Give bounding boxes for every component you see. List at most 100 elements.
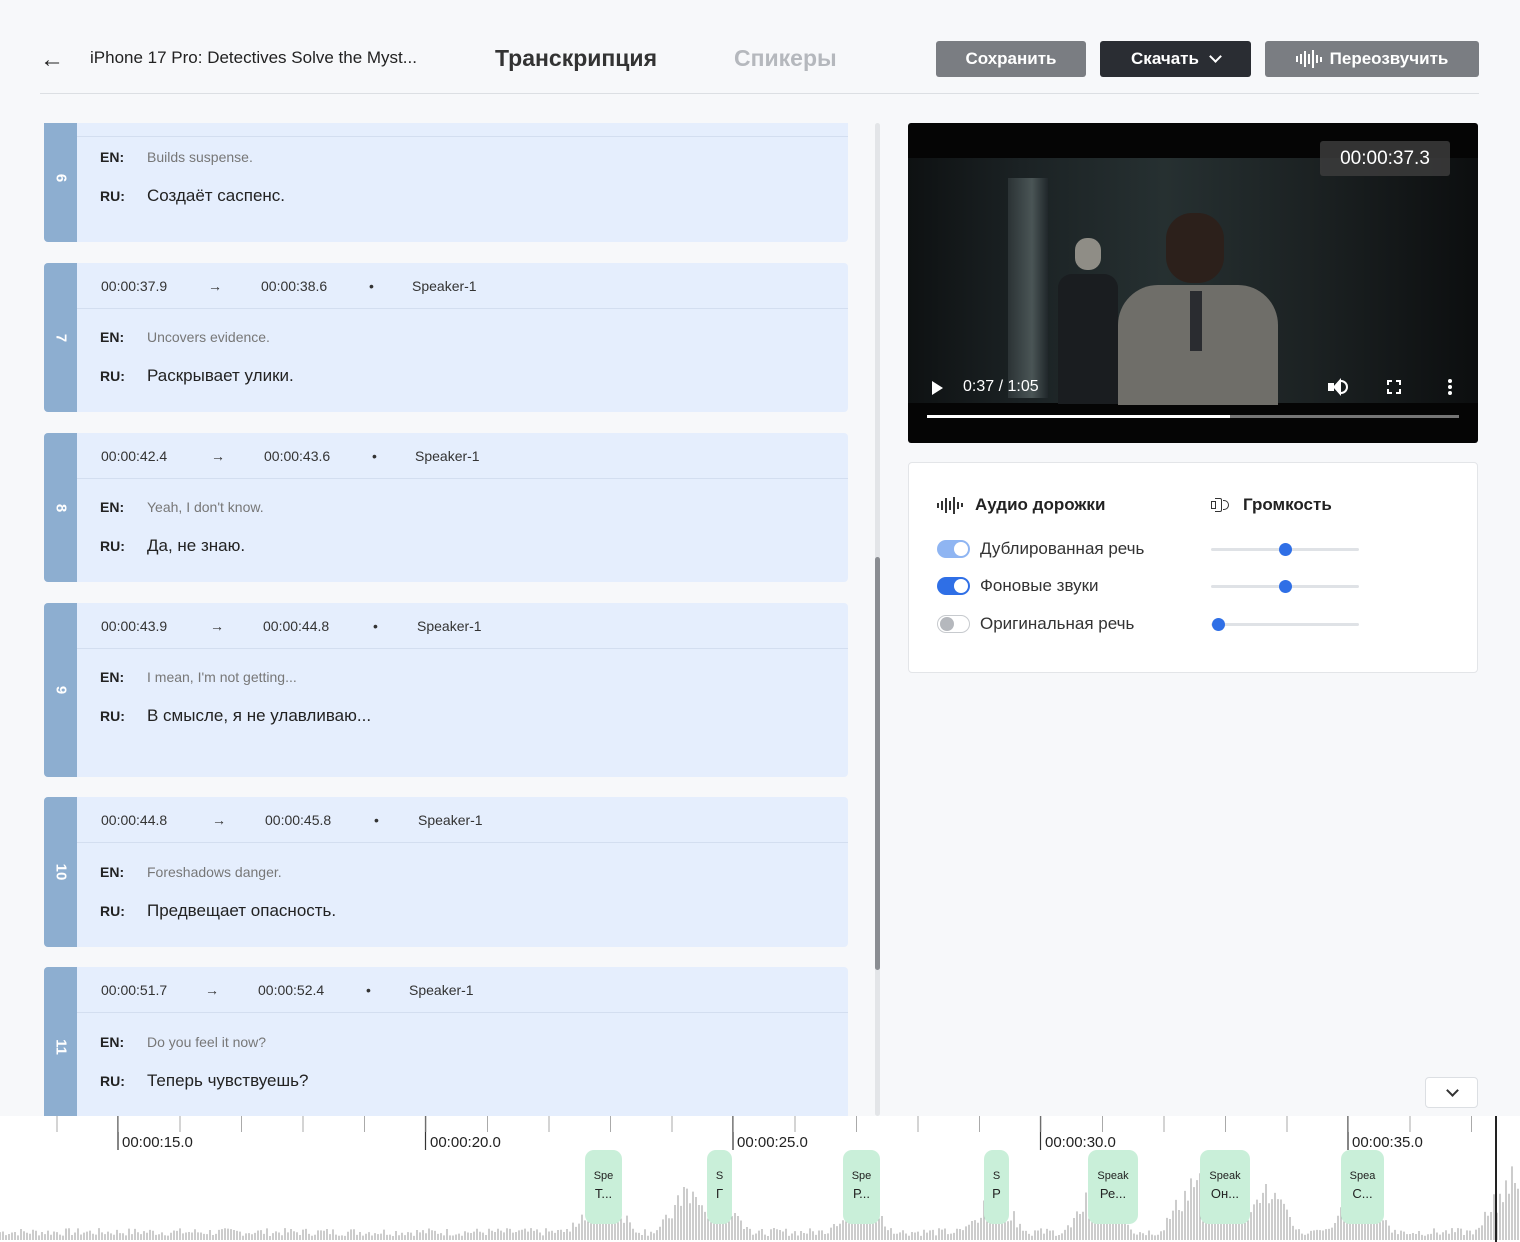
separator-dot: • [373,618,378,634]
timeline-label: 00:00:35.0 [1352,1134,1423,1151]
speaker-name[interactable]: Speaker-1 [409,982,474,998]
playhead[interactable] [1495,1116,1497,1242]
ru-text[interactable]: Предвещает опасность. [147,901,336,921]
tab-transcription[interactable]: Транскрипция [495,45,657,72]
ru-label: RU: [100,903,125,919]
en-label: EN: [100,149,125,165]
ru-text[interactable]: Создаёт саспенс. [147,186,285,206]
segment-meta: 00:00:51.7 → 00:00:52.4 • Speaker-1 [77,967,848,1013]
en-text[interactable]: Uncovers evidence. [147,329,270,345]
start-time[interactable]: 00:00:43.9 [101,618,167,634]
end-time[interactable]: 00:00:38.6 [261,278,327,294]
ru-row: RU: Теперь чувствуешь? [100,1071,308,1091]
arrow-right-icon: → [212,812,226,828]
video-frame [908,158,1478,405]
segment-meta [77,123,848,137]
track-name: Оригинальная речь [980,614,1135,633]
timeline-segment[interactable]: SГ [707,1150,732,1224]
more-vertical-icon[interactable] [1448,379,1452,395]
ru-row: RU: Раскрывает улики. [100,366,294,386]
en-row: EN: Yeah, I don't know. [100,499,264,515]
background-sounds-volume-slider[interactable] [1211,580,1359,593]
timeline-segment[interactable]: Spe Р... [843,1150,880,1224]
save-button[interactable]: Сохранить [936,41,1086,77]
en-text[interactable]: I mean, I'm not getting... [147,669,297,685]
start-time[interactable]: 00:00:42.4 [101,448,167,464]
en-text[interactable]: Yeah, I don't know. [147,499,264,515]
en-text[interactable]: Builds suspense. [147,149,253,165]
segment-card[interactable]: 11 00:00:51.7 → 00:00:52.4 • Speaker-1 E… [44,967,848,1116]
end-time[interactable]: 00:00:44.8 [263,618,329,634]
segment-number: 7 [44,263,77,412]
timeline[interactable]: 00:00:15.0 00:00:20.0 00:00:25.0 00:00:3… [0,1116,1520,1242]
start-time[interactable]: 00:00:37.9 [101,278,167,294]
speaker-name[interactable]: Speaker-1 [412,278,477,294]
start-time[interactable]: 00:00:44.8 [101,812,167,828]
timeline-segment[interactable]: Speak Он... [1200,1150,1250,1224]
ru-text[interactable]: Раскрывает улики. [147,366,294,386]
start-time[interactable]: 00:00:51.7 [101,982,167,998]
arrow-right-icon: → [210,618,224,634]
dubbed-speech-volume-slider[interactable] [1211,543,1359,556]
segment-meta: 00:00:43.9 → 00:00:44.8 • Speaker-1 [77,603,848,649]
timeline-segment[interactable]: SР [984,1150,1009,1224]
speaker-name[interactable]: Speaker-1 [417,618,482,634]
end-time[interactable]: 00:00:45.8 [265,812,331,828]
timeline-segment[interactable]: Spe Т... [585,1150,622,1224]
separator-dot: • [372,448,377,464]
scrollbar-thumb[interactable] [875,557,880,970]
segment-card[interactable]: 6 EN: Builds suspense. RU: Создаёт саспе… [44,123,848,242]
track-name: Фоновые звуки [980,576,1099,595]
play-icon[interactable] [932,381,943,395]
segment-number: 6 [44,123,77,242]
end-time[interactable]: 00:00:43.6 [264,448,330,464]
ru-row: RU: Да, не знаю. [100,536,245,556]
original-speech-volume-slider[interactable] [1211,618,1359,631]
chevron-down-icon [1209,50,1222,63]
ru-text[interactable]: Теперь чувствуешь? [147,1071,308,1091]
volume-icon[interactable] [1328,377,1350,397]
segment-card[interactable]: 9 00:00:43.9 → 00:00:44.8 • Speaker-1 EN… [44,603,848,777]
segment-card[interactable]: 8 00:00:42.4 → 00:00:43.6 • Speaker-1 EN… [44,433,848,582]
segment-meta: 00:00:37.9 → 00:00:38.6 • Speaker-1 [77,263,848,309]
background-sounds-toggle[interactable] [937,577,970,595]
en-text[interactable]: Foreshadows danger. [147,864,282,880]
end-time[interactable]: 00:00:52.4 [258,982,324,998]
segment-meta: 00:00:44.8 → 00:00:45.8 • Speaker-1 [77,797,848,843]
download-button[interactable]: Скачать [1100,41,1251,77]
ru-row: RU: Создаёт саспенс. [100,186,285,206]
speaker-icon [1211,497,1231,513]
dubbed-speech-toggle[interactable] [937,540,970,558]
separator-dot: • [374,812,379,828]
ru-text[interactable]: Да, не знаю. [147,536,245,556]
arrow-left-icon[interactable]: ← [40,48,64,72]
redub-button[interactable]: Переозвучить [1265,41,1479,77]
ru-row: RU: Предвещает опасность. [100,901,336,921]
speaker-name[interactable]: Speaker-1 [418,812,483,828]
en-label: EN: [100,329,125,345]
timeline-segment[interactable]: Spea С... [1341,1150,1384,1224]
segment-number: 10 [44,797,77,947]
ru-text[interactable]: В смысле, я не улавливаю... [147,706,371,726]
en-text[interactable]: Do you feel it now? [147,1034,266,1050]
slider-handle[interactable] [1279,543,1292,556]
tab-speakers[interactable]: Спикеры [734,45,837,72]
segment-card[interactable]: 7 00:00:37.9 → 00:00:38.6 • Speaker-1 EN… [44,263,848,412]
video-player[interactable]: 00:00:37.3 0:37 / 1:05 [908,123,1478,443]
video-progress-fill [927,415,1231,418]
video-progress-bar[interactable] [927,415,1459,418]
separator-dot: • [366,982,371,998]
segment-card[interactable]: 10 00:00:44.8 → 00:00:45.8 • Speaker-1 E… [44,797,848,947]
ru-label: RU: [100,1073,125,1089]
original-speech-toggle[interactable] [937,615,970,633]
volume-heading: Громкость [1211,495,1332,515]
track-dubbed-speech: Дублированная речь [937,538,1477,560]
slider-handle[interactable] [1212,618,1226,631]
timeline-segment[interactable]: Speak Ре... [1088,1150,1138,1224]
en-row: EN: Foreshadows danger. [100,864,282,880]
fullscreen-icon[interactable] [1387,380,1401,394]
collapse-timeline-button[interactable] [1425,1077,1478,1108]
slider-handle[interactable] [1279,580,1292,593]
speaker-name[interactable]: Speaker-1 [415,448,480,464]
ru-label: RU: [100,538,125,554]
